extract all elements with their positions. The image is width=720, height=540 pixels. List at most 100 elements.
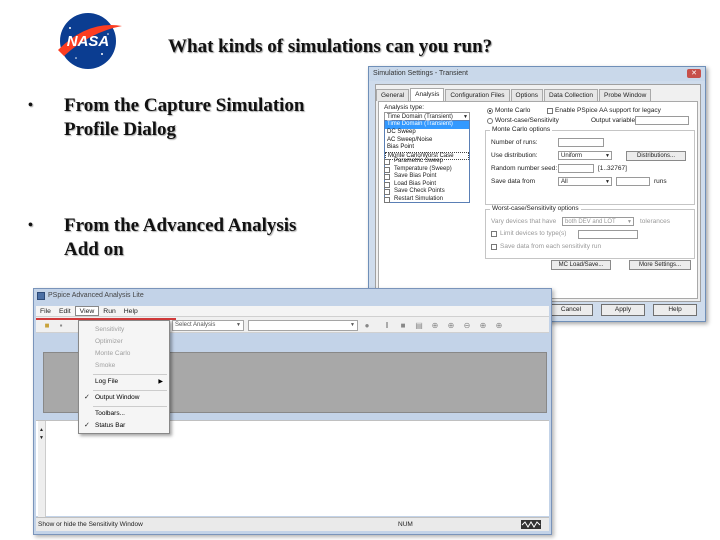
checkbox[interactable] [384, 189, 390, 196]
tab-configuration-files[interactable]: Configuration Files [445, 89, 510, 101]
apply-button[interactable]: Apply [601, 304, 645, 316]
monte-carlo-options-group: Monte Carlo options Number of runs: Use … [485, 126, 695, 205]
save-runs-input[interactable] [616, 177, 650, 186]
menu-item-sensitivity[interactable]: Sensitivity [79, 325, 169, 335]
number-of-runs-input[interactable] [558, 138, 604, 147]
menu-item-optimizer[interactable]: Optimizer [79, 337, 169, 347]
menu-item-label: Smoke [95, 362, 116, 369]
list-item[interactable]: Time Domain (Transient) [385, 121, 469, 129]
play-icon[interactable]: ● [362, 321, 372, 331]
pause-icon[interactable]: ‖ [382, 321, 392, 331]
option-label: Load Bias Point [394, 180, 437, 187]
menu-item-label: Sensitivity [95, 326, 125, 333]
scroll-up-icon[interactable]: ▲ [39, 427, 44, 433]
menu-item-toolbars[interactable]: Toolbars... [79, 409, 169, 419]
limit-devices-checkbox[interactable] [491, 231, 497, 237]
menu-item-output-window[interactable]: ✓ Output Window [79, 393, 169, 403]
worst-case-radio[interactable] [487, 118, 493, 124]
option-label: Restart Simulation [394, 195, 444, 202]
checkbox[interactable] [384, 181, 390, 188]
more-settings-button[interactable]: More Settings... [629, 260, 691, 270]
distributions-button[interactable]: Distributions... [626, 151, 686, 161]
select-analysis-combo[interactable]: Select Analysis ▼ [172, 320, 244, 331]
bullet-line: From the Advanced Analysis [64, 215, 297, 236]
menu-bar: File Edit View Run Help [36, 306, 549, 317]
menu-item-monte-carlo[interactable]: Monte Carlo [79, 349, 169, 359]
enable-aa-checkbox[interactable] [547, 108, 553, 114]
menu-edit[interactable]: Edit [55, 306, 75, 316]
vertical-scrollbar[interactable]: ▲ ▼ [38, 421, 46, 517]
save-icon[interactable]: ▪ [56, 321, 66, 331]
menu-item-log-file[interactable]: Log File ▶ [79, 377, 169, 387]
checkbox[interactable] [384, 196, 390, 203]
help-button[interactable]: Help [653, 304, 697, 316]
menu-file[interactable]: File [36, 306, 55, 316]
bullet-line: Add on [64, 239, 124, 260]
bullet-advanced: • From the Advanced Analysis Add on [28, 214, 296, 262]
menu-item-label: Status Bar [95, 422, 126, 429]
list-item[interactable]: Bias Point [385, 144, 469, 152]
status-num: NUM [398, 521, 413, 528]
menu-separator [93, 406, 167, 407]
toolbar-icon[interactable]: ▤ [414, 321, 424, 331]
cancel-button[interactable]: Cancel [549, 304, 593, 316]
waveform-icon [521, 520, 541, 529]
menu-item-label: Toolbars... [95, 410, 125, 417]
save-each-checkbox[interactable] [491, 244, 497, 250]
zoom-out-icon[interactable]: ⊖ [462, 321, 472, 331]
enable-aa-label: Enable PSpice AA support for legacy [555, 107, 661, 114]
menu-run[interactable]: Run [99, 306, 119, 316]
check-icon: ✓ [84, 394, 90, 401]
monte-carlo-radio-label: Monte Carlo [495, 107, 531, 114]
checkbox[interactable] [384, 174, 390, 181]
option-label: Parametric Sweep [394, 158, 444, 164]
analysis-type-label: Analysis type: [384, 104, 425, 111]
mc-load-save-button[interactable]: MC Load/Save... [551, 260, 611, 270]
monte-carlo-radio[interactable] [487, 108, 493, 114]
menu-help[interactable]: Help [120, 306, 142, 316]
bullet-line: From the Capture Simulation [64, 95, 305, 116]
list-item[interactable]: AC Sweep/Noise [385, 137, 469, 145]
tab-probe-window[interactable]: Probe Window [599, 89, 652, 101]
bullet-capture: • From the Capture Simulation Profile Di… [28, 94, 305, 142]
option-label: Save Check Points [394, 188, 445, 195]
open-folder-icon[interactable]: ■ [42, 321, 52, 331]
random-seed-input[interactable] [558, 164, 594, 173]
analysis-type-list[interactable]: Time Domain (Transient) DC Sweep AC Swee… [384, 120, 470, 203]
menu-item-status-bar[interactable]: ✓ Status Bar [79, 421, 169, 431]
scroll-thumb-icon[interactable]: ▼ [39, 435, 44, 441]
output-variable-input[interactable] [635, 116, 689, 125]
tab-general[interactable]: General [376, 89, 410, 101]
dialog-title: Simulation Settings - Transient [369, 67, 705, 81]
close-icon[interactable]: ✕ [687, 69, 701, 78]
vary-devices-value: both DEV and LOT [565, 219, 616, 225]
checkbox[interactable] [384, 159, 390, 165]
limit-devices-input[interactable] [578, 230, 638, 239]
save-data-select[interactable]: All ▼ [558, 177, 612, 186]
chevron-down-icon: ▼ [627, 219, 632, 225]
stop-icon[interactable]: ■ [398, 321, 408, 331]
tab-analysis[interactable]: Analysis [410, 88, 445, 101]
vary-devices-select[interactable]: both DEV and LOT ▼ [562, 217, 634, 226]
zoom-area-icon[interactable]: ⊕ [478, 321, 488, 331]
checkbox[interactable] [384, 166, 390, 173]
zoom-in-icon[interactable]: ⊕ [446, 321, 456, 331]
chevron-down-icon: ▼ [350, 322, 355, 328]
vary-devices-label: Vary devices that have [491, 218, 557, 225]
menu-item-label: Monte Carlo [95, 350, 131, 357]
menu-item-smoke[interactable]: Smoke [79, 361, 169, 371]
chevron-down-icon: ▼ [605, 179, 610, 185]
save-data-label: Save data from [491, 178, 536, 185]
submenu-arrow-icon: ▶ [158, 379, 163, 385]
secondary-combo[interactable]: ▼ [248, 320, 358, 331]
list-item[interactable]: DC Sweep [385, 129, 469, 137]
menu-item-label: Log File [95, 378, 119, 385]
view-dropdown-menu: Sensitivity Optimizer Monte Carlo Smoke … [78, 320, 170, 434]
zoom-fit-icon[interactable]: ⊕ [430, 321, 440, 331]
dialog-body: General Analysis Configuration Files Opt… [375, 84, 701, 302]
menu-view[interactable]: View [74, 306, 100, 316]
zoom-previous-icon[interactable]: ⊕ [494, 321, 504, 331]
tab-options[interactable]: Options [510, 89, 543, 101]
tab-data-collection[interactable]: Data Collection [543, 89, 599, 101]
use-distribution-select[interactable]: Uniform ▼ [558, 151, 612, 160]
